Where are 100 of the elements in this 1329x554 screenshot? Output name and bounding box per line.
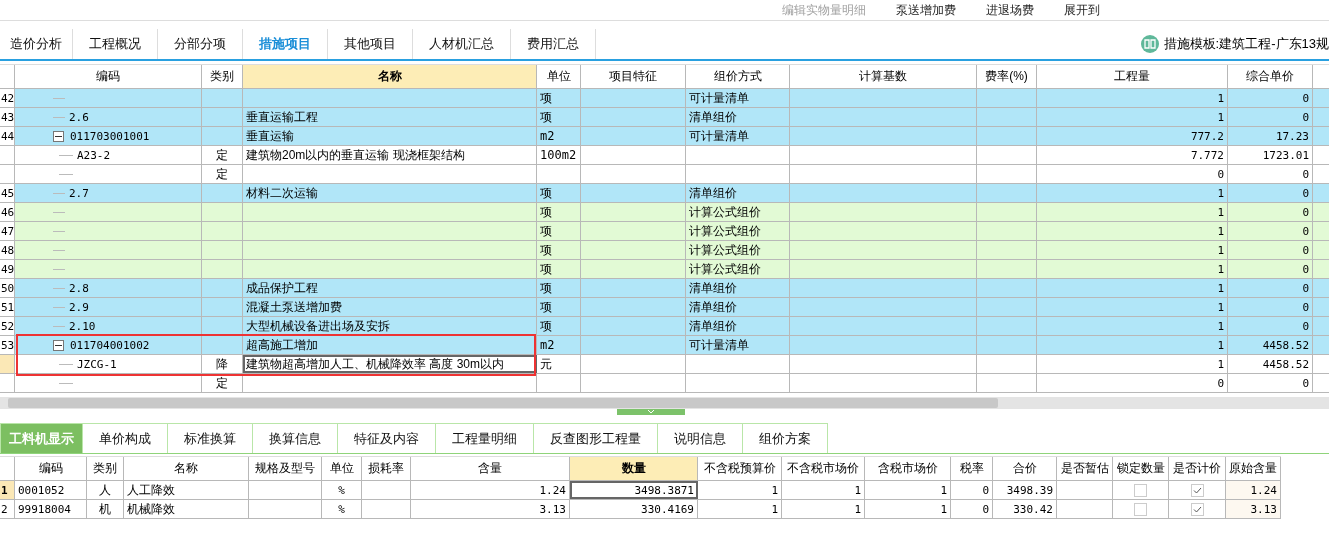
- table-row[interactable]: 45 2.7 材料二次运输 项 清单组价 1 0: [0, 184, 1329, 203]
- cell-text: 项: [540, 241, 552, 259]
- collapse-icon[interactable]: [53, 339, 64, 351]
- column-header[interactable]: 名称: [243, 65, 537, 88]
- cell-text: 1723.01: [1262, 148, 1309, 162]
- cell-text: 7.772: [1190, 148, 1224, 162]
- cell-text: 项: [540, 222, 552, 240]
- collapse-icon[interactable]: [53, 130, 64, 142]
- cell-text: 3498.3871: [634, 483, 694, 497]
- cell-text: 011704001002: [70, 338, 150, 352]
- cell-text: 777.2: [1190, 129, 1224, 143]
- cell-text: 定: [216, 165, 228, 183]
- table-row[interactable]: A23-2 定 建筑物20m以内的垂直运输 现浇框架结构 100m2 7.772 1723.01: [0, 146, 1329, 165]
- cell-text: 0: [1302, 167, 1309, 181]
- toolbar-button[interactable]: 进退场费: [984, 1, 1036, 19]
- cell-text: 计算公式组价: [689, 260, 761, 278]
- cell-text: A23-2: [77, 148, 111, 162]
- cell-text: 1: [1217, 338, 1224, 352]
- cell-text: 建筑物20m以内的垂直运输 现浇框架结构: [246, 146, 465, 164]
- cell-text: 元: [540, 355, 552, 373]
- cell-text: 项: [540, 298, 552, 316]
- cell-text: 1: [1217, 91, 1224, 105]
- cell-text: 1: [1217, 319, 1224, 333]
- table-row[interactable]: 51 2.9 混凝土泵送增加费 项 清单组价 1 0: [0, 298, 1329, 317]
- cell-text: 1: [1217, 281, 1224, 295]
- table-row[interactable]: 2 99918004 机 机械降效 % 3.13 330.4169 1 1 1 0 330.42 3.13: [0, 500, 1281, 519]
- cell-text: 0: [1302, 110, 1309, 124]
- cell-text: 1: [854, 483, 861, 497]
- cell-text: 大型机械设备进出场及安拆: [246, 317, 390, 335]
- checkbox[interactable]: [1134, 502, 1147, 516]
- table-row[interactable]: 42 项 可计量清单 1 0: [0, 89, 1329, 108]
- cell-text: 2.9: [69, 300, 89, 314]
- cell-text: 0: [1217, 167, 1224, 181]
- table-row[interactable]: 43 2.6 垂直运输工程 项 清单组价 1 0: [0, 108, 1329, 127]
- cell-text: 1: [1217, 357, 1224, 371]
- cell-text: 0: [1302, 262, 1309, 276]
- row-number: 46: [0, 203, 15, 221]
- table-row[interactable]: 44 011703001001 垂直运输 m2 可计量清单 777.2 17.23: [0, 127, 1329, 146]
- cell-text: 0: [1302, 319, 1309, 333]
- table-row[interactable]: JZCG-1 降 建筑物超高增加人工、机械降效率 高度 30m以内 元 1 4458.52: [0, 355, 1329, 374]
- cell-text: 人: [99, 481, 111, 499]
- cell-text: 2.8: [69, 281, 89, 295]
- toolbar-button[interactable]: 展开到: [1062, 1, 1102, 19]
- cell-text: 2.10: [69, 319, 96, 333]
- row-number: 53: [0, 336, 15, 354]
- table-row[interactable]: 1 0001052 人 人工降效 % 1.24 3498.3871 1 1 1 0 3498.39 1.24: [0, 481, 1281, 500]
- cell-text: 1: [1217, 224, 1224, 238]
- table-row[interactable]: 53 011704001002 超高施工增加 m2 可计量清单 1 4458.52: [0, 336, 1329, 355]
- cell-text: 0: [1217, 376, 1224, 390]
- row-number: 47: [0, 222, 15, 240]
- cell-text: 330.42: [1013, 502, 1053, 516]
- table-row[interactable]: 48 项 计算公式组价 1 0: [0, 241, 1329, 260]
- tab[interactable]: 组价方案: [742, 423, 828, 453]
- table-row[interactable]: 47 项 计算公式组价 1 0: [0, 222, 1329, 241]
- cell-text: 330.4169: [641, 502, 694, 516]
- row-number: 44: [0, 127, 15, 145]
- column-header[interactable]: 原始含量: [1226, 457, 1281, 480]
- row-number: 42: [0, 89, 15, 107]
- cell-text: 项: [540, 108, 552, 126]
- cell-text: 项: [540, 184, 552, 202]
- cell-text: 混凝土泵送增加费: [246, 298, 342, 316]
- checkbox[interactable]: [1190, 502, 1204, 516]
- cell-text: 定: [216, 146, 228, 164]
- cell-text: 计算公式组价: [689, 222, 761, 240]
- table-row[interactable]: 46 项 计算公式组价 1 0: [0, 203, 1329, 222]
- table-row[interactable]: 50 2.8 成品保护工程 项 清单组价 1 0: [0, 279, 1329, 298]
- table-row[interactable]: 定 0 0: [0, 165, 1329, 184]
- cell-text: 0: [982, 483, 989, 497]
- cell-text: 1.24: [539, 483, 566, 497]
- cell-text: 项: [540, 279, 552, 297]
- cell-text: 3.13: [1250, 502, 1277, 516]
- cell-text: 项: [540, 203, 552, 221]
- cell-text: 1: [1217, 186, 1224, 200]
- checkbox[interactable]: [1190, 483, 1204, 497]
- cell-text: %: [338, 483, 345, 497]
- cell-text: 1: [1217, 205, 1224, 219]
- table-row[interactable]: 52 2.10 大型机械设备进出场及安拆 项 清单组价 1 0: [0, 317, 1329, 336]
- scrollbar[interactable]: [0, 397, 1329, 409]
- cell-text: 1: [1217, 110, 1224, 124]
- splitter-handle[interactable]: [617, 409, 685, 415]
- cell-text: 17.23: [1275, 129, 1309, 143]
- table-row[interactable]: 49 项 计算公式组价 1 0: [0, 260, 1329, 279]
- checkbox[interactable]: [1134, 483, 1147, 497]
- cell-text: 机: [99, 500, 111, 518]
- cell-text: 011703001001: [70, 129, 150, 143]
- toolbar-button[interactable]: 泵送增加费: [894, 1, 958, 19]
- row-number: 1: [0, 481, 15, 499]
- cell-text: 1: [771, 502, 778, 516]
- cell-text: 1: [1217, 300, 1224, 314]
- cell-text: 0: [1302, 91, 1309, 105]
- row-number: 51: [0, 298, 15, 316]
- cell-text: 降: [216, 355, 228, 373]
- column-header[interactable]: 数量: [570, 457, 698, 480]
- cell-text: %: [338, 502, 345, 516]
- cell-text: 机械降效: [127, 500, 175, 518]
- template-label: 措施模板:建筑工程-广东13规: [1163, 35, 1329, 53]
- cell-text: 超高施工增加: [246, 336, 318, 354]
- row-number: 2: [0, 500, 15, 518]
- cell-text: 建筑物超高增加人工、机械降效率 高度 30m以内: [246, 355, 504, 373]
- table-row[interactable]: 定 0 0: [0, 374, 1329, 393]
